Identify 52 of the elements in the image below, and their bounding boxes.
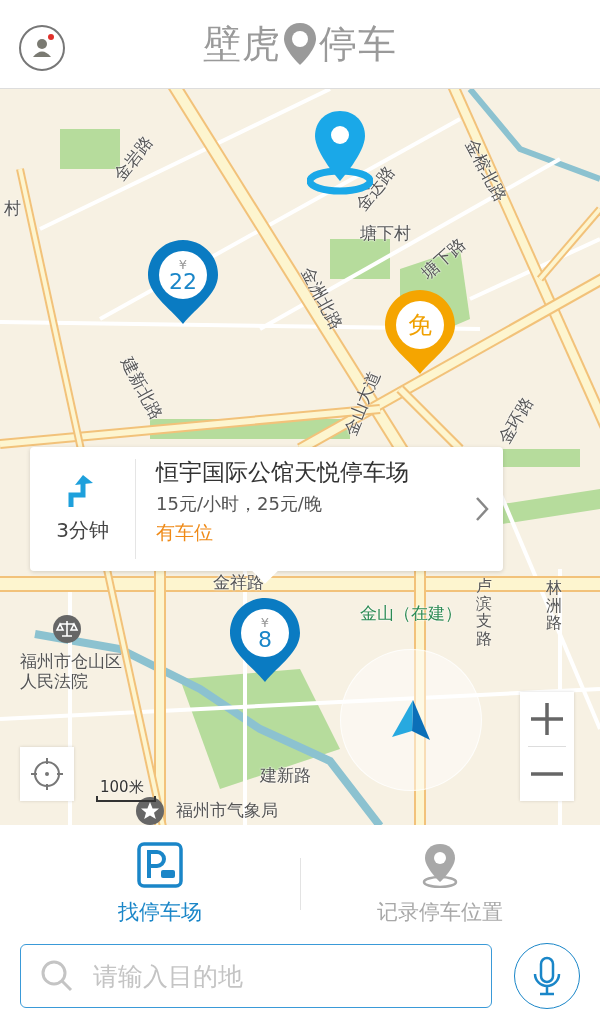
user-avatar-button[interactable] (19, 25, 65, 71)
free-parking-pin[interactable]: 免 (384, 289, 456, 375)
pin-value: 22 (169, 270, 197, 293)
street-label: 金岩路 (110, 132, 157, 185)
search-icon (40, 959, 74, 993)
parking-icon (136, 842, 183, 888)
street-label: 金洲北路 (297, 263, 347, 333)
eta-text: 3分钟 (56, 516, 109, 544)
crosshair-icon (30, 757, 64, 791)
logo-text: 壁虎 (203, 20, 281, 68)
minus-icon (529, 771, 565, 777)
place-label: 福州市仓山区人民法院 (20, 651, 123, 692)
place-label: 金祥路 (213, 573, 264, 592)
street-label: 卢滨支路 (476, 577, 492, 648)
place-label: 塘下村 (360, 224, 411, 243)
street-label: 建新北路 (117, 353, 167, 423)
logo-pin-icon (283, 22, 317, 66)
street-label: 金环路 (494, 393, 537, 448)
navigation-arrow-icon (391, 699, 431, 741)
location-pin-icon (422, 842, 459, 888)
place-label: 金山（在建） (360, 604, 462, 623)
parking-name: 恒宇国际公馆天悦停车场 (156, 458, 410, 487)
search-field[interactable]: 请输入目的地 (20, 944, 492, 1008)
locate-button[interactable] (20, 747, 74, 801)
microphone-icon (532, 956, 562, 996)
street-label: 金榕北路 (461, 135, 511, 205)
street-label: 塘下路 (418, 234, 469, 283)
logo-text: 停车 (319, 20, 397, 68)
place-label: 村 (4, 199, 21, 218)
place-label: 福州市气象局 (176, 800, 279, 821)
place-label: 建新路 (260, 766, 311, 785)
price-pin[interactable]: ¥ 22 (147, 239, 219, 325)
tab[interactable]: 记录停车位置 (300, 842, 580, 926)
court-scales-icon (52, 614, 82, 644)
park-area (330, 239, 390, 279)
scale-label: 100米 (100, 778, 144, 797)
plus-icon (529, 701, 565, 737)
currency-sign: ¥ (178, 257, 188, 271)
scale-bar (96, 796, 156, 802)
person-icon (32, 38, 52, 58)
street-label: 金山大道 (340, 368, 384, 439)
price-pin[interactable]: ¥ 8 (229, 597, 301, 683)
chevron-right-icon (475, 496, 489, 522)
zoom-in-button[interactable] (520, 692, 574, 746)
street-label: 林洲路 (546, 579, 562, 632)
availability-text: 有车位 (156, 520, 214, 545)
pin-value: 8 (258, 628, 272, 651)
price-text: 15元/小时，25元/晚 (156, 492, 323, 516)
tab[interactable]: 找停车场 (20, 842, 300, 926)
pin-value: 免 (408, 313, 432, 337)
zoom-out-button[interactable] (520, 747, 574, 801)
currency-sign: ¥ (260, 615, 270, 629)
